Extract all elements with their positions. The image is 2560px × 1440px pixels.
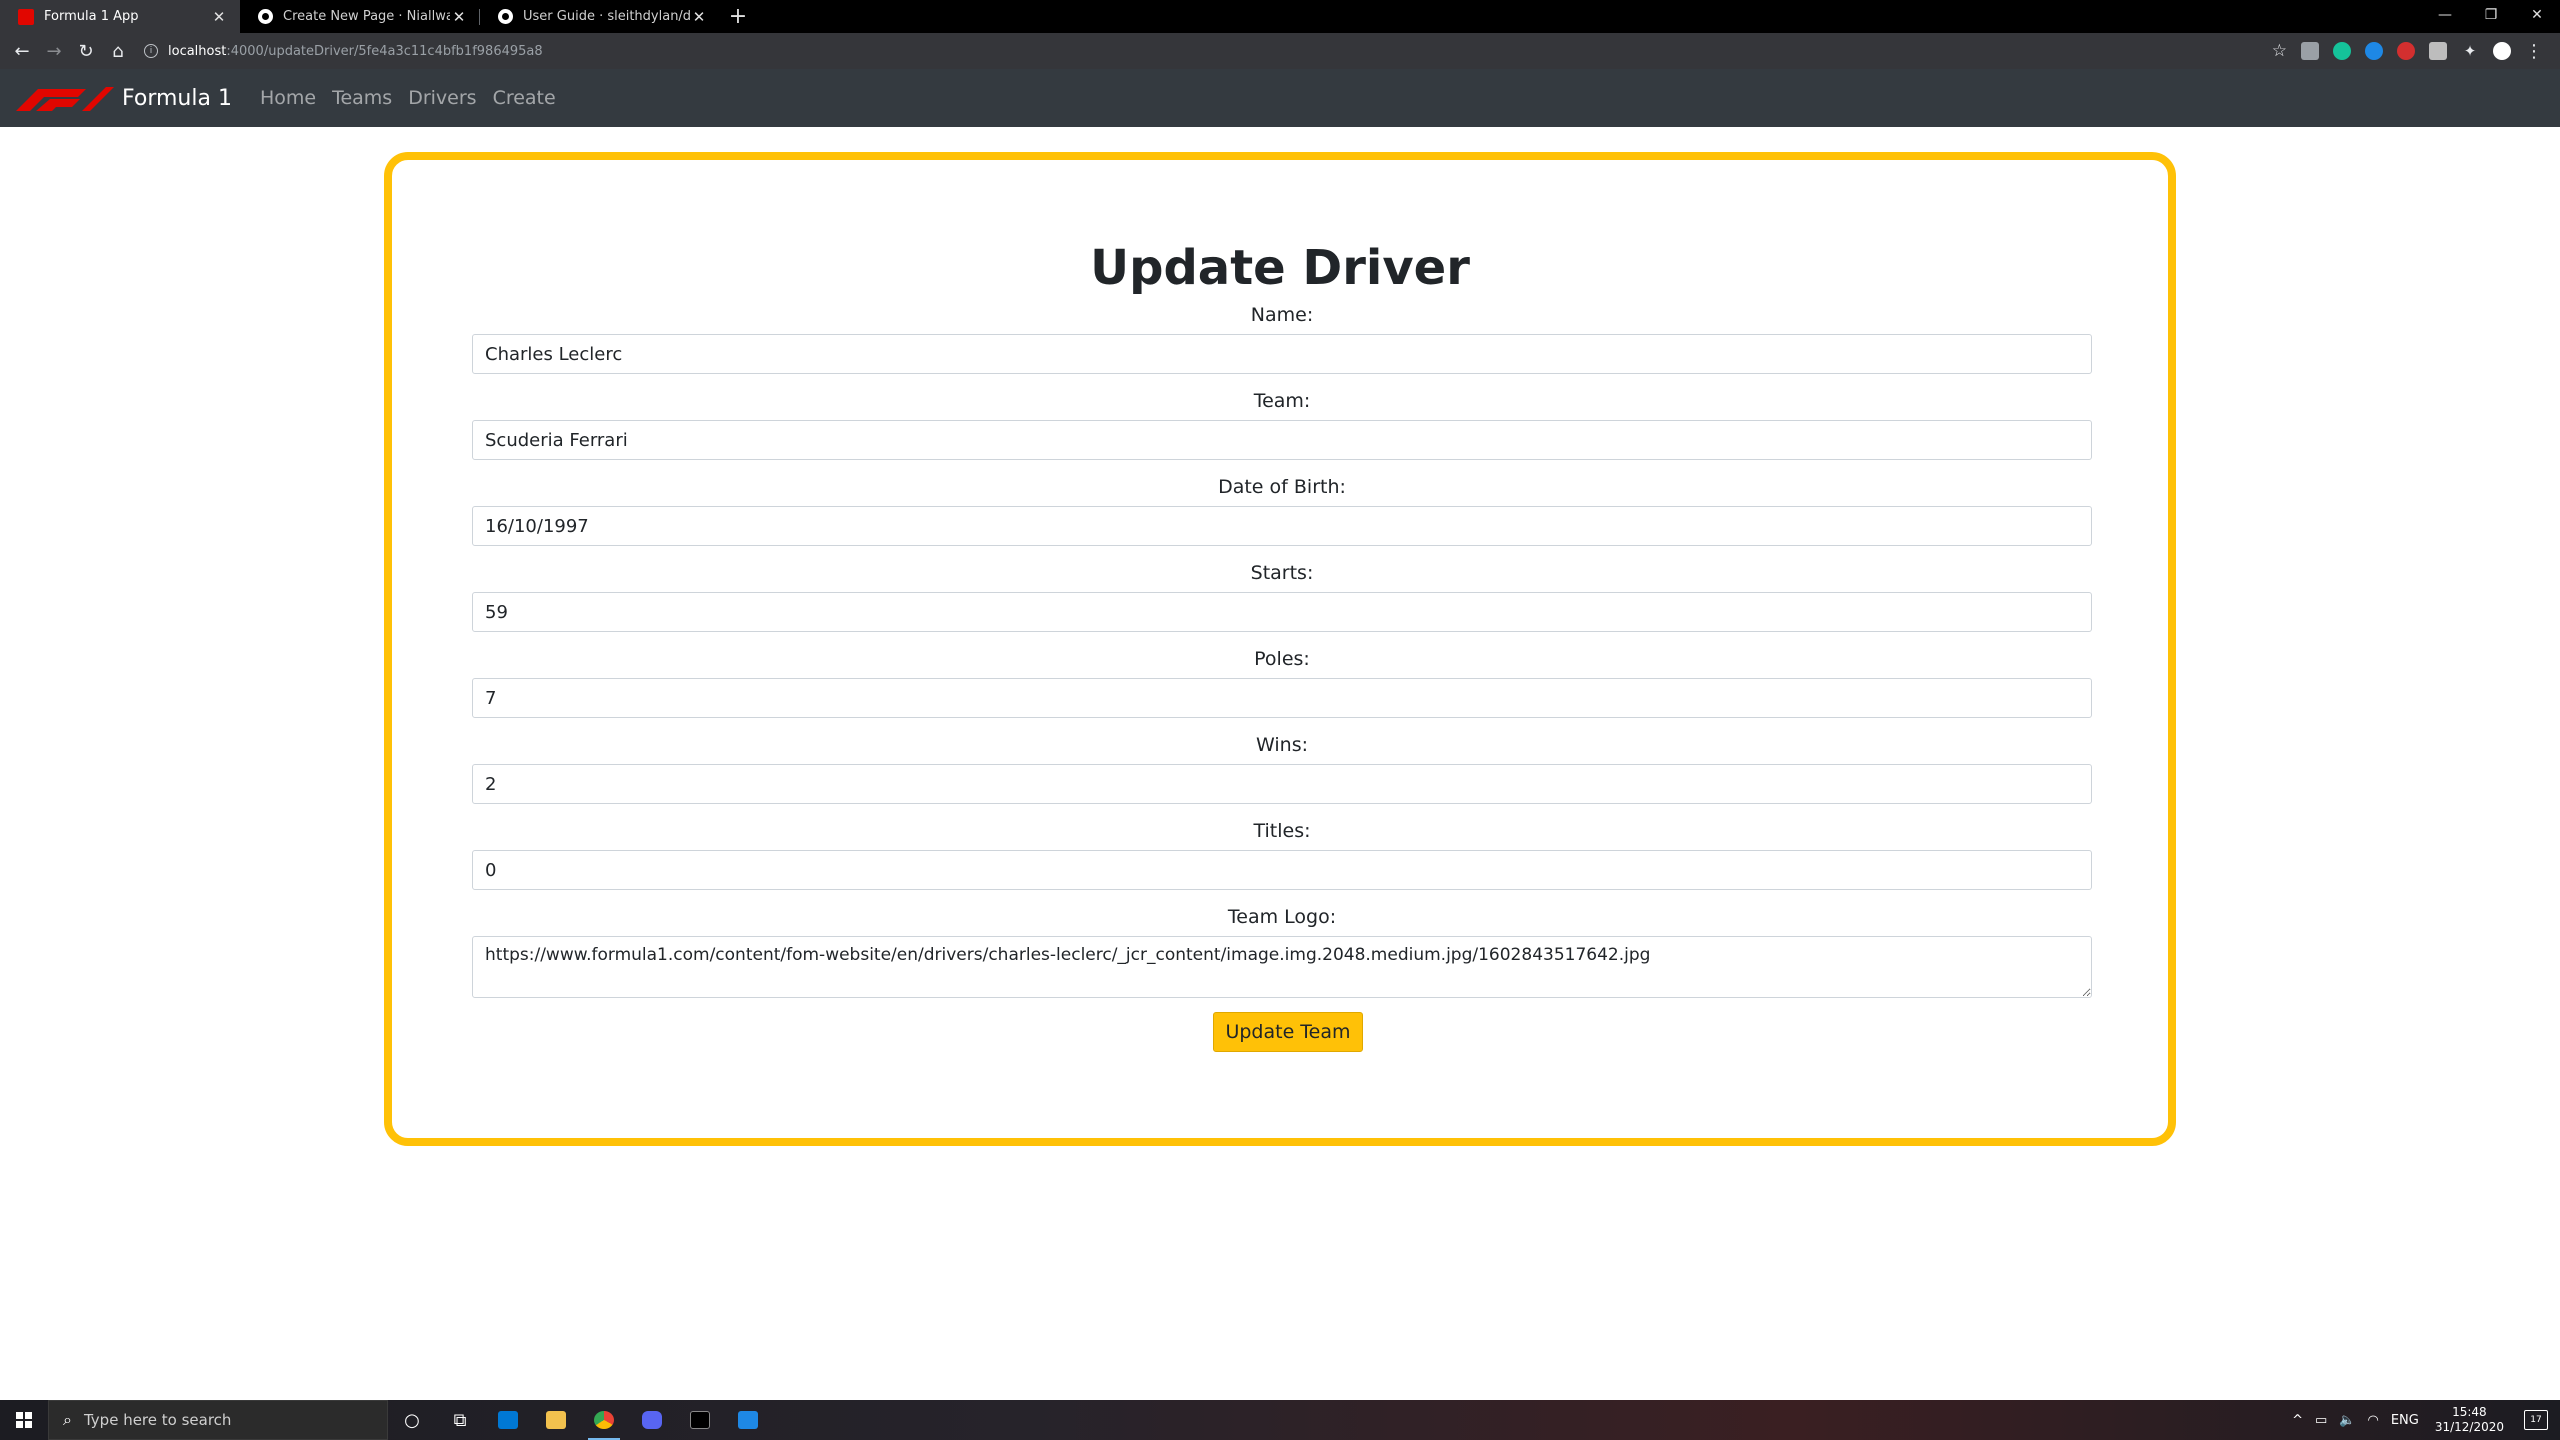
wins-label: Wins: <box>1256 734 1308 756</box>
forward-icon[interactable]: → <box>38 35 70 67</box>
terminal-icon[interactable] <box>676 1400 724 1440</box>
network-icon[interactable]: ◠ <box>2367 1413 2378 1428</box>
team-logo-field-group: Team Logo: https://www.formula1.com/cont… <box>472 904 2092 998</box>
extension-icon[interactable] <box>2429 42 2447 60</box>
volume-icon[interactable]: 🔈 <box>2339 1413 2355 1428</box>
browser-menu-icon[interactable]: ⋮ <box>2525 41 2543 62</box>
starts-input[interactable] <box>472 592 2092 632</box>
wins-field-group: Wins: <box>472 732 2092 804</box>
extension-icon[interactable] <box>2365 42 2383 60</box>
reload-icon[interactable]: ↻ <box>70 35 102 67</box>
clock-time: 15:48 <box>2452 1405 2487 1419</box>
f1-logo[interactable]: Formula 1 <box>16 85 252 111</box>
system-tray: ^ ▭ 🔈 ◠ ENG 15:48 31/12/2020 17 <box>2286 1400 2560 1440</box>
browser-tab-strip: Formula 1 App ✕ Create New Page · Niallw… <box>0 0 2560 33</box>
windows-logo-icon <box>16 1412 32 1428</box>
mail-icon[interactable] <box>484 1400 532 1440</box>
dob-label: Date of Birth: <box>1218 476 1346 498</box>
tab-title: Create New Page · Niallwalker/D <box>283 9 450 24</box>
window-controls: — ❐ ✕ <box>2422 0 2560 33</box>
team-logo-label: Team Logo: <box>1227 906 1337 928</box>
dob-field-group: Date of Birth: <box>472 474 2092 546</box>
close-tab-icon[interactable]: ✕ <box>450 8 468 26</box>
taskbar-search-placeholder: Type here to search <box>83 1411 232 1429</box>
url-path: :4000/updateDriver/5fe4a3c11c4bfb1f98649… <box>226 43 543 59</box>
windows-taskbar: ⌕ Type here to search ○ ⧉ ^ ▭ 🔈 ◠ ENG 15… <box>0 1400 2560 1440</box>
nav-link-drivers[interactable]: Drivers <box>406 87 478 109</box>
poles-field-group: Poles: <box>472 646 2092 718</box>
github-icon <box>258 9 273 24</box>
browser-toolbar: ← → ↻ ⌂ i localhost :4000/updateDriver/5… <box>0 33 2560 69</box>
close-tab-icon[interactable]: ✕ <box>690 8 708 26</box>
extension-icon[interactable] <box>2397 42 2415 60</box>
tab-create-new-page[interactable]: Create New Page · Niallwalker/D ✕ <box>240 0 480 33</box>
taskbar-search[interactable]: ⌕ Type here to search <box>48 1400 388 1440</box>
page-title: Update Driver <box>1090 240 1470 296</box>
tab-title: Formula 1 App <box>44 9 139 24</box>
team-logo-textarea[interactable]: https://www.formula1.com/content/fom-web… <box>472 936 2092 998</box>
clock-date: 31/12/2020 <box>2434 1420 2504 1434</box>
nav-link-teams[interactable]: Teams <box>330 87 394 109</box>
search-icon: ⌕ <box>63 1410 72 1429</box>
chrome-icon[interactable] <box>580 1400 628 1440</box>
home-icon[interactable]: ⌂ <box>102 35 134 67</box>
update-driver-card: Update Driver Name: Team: Date of Birth:… <box>384 152 2176 1146</box>
titles-input[interactable] <box>472 850 2092 890</box>
team-label: Team: <box>1253 390 1311 412</box>
notifications-icon[interactable]: 17 <box>2524 1410 2548 1430</box>
update-team-button[interactable]: Update Team <box>1213 1012 1363 1052</box>
clock[interactable]: 15:48 31/12/2020 <box>2435 1405 2504 1435</box>
site-navbar: Formula 1 Home Teams Drivers Create <box>0 69 2560 127</box>
close-window-icon[interactable]: ✕ <box>2514 0 2560 30</box>
close-tab-icon[interactable]: ✕ <box>210 8 228 26</box>
grammarly-icon[interactable] <box>2333 42 2351 60</box>
language-indicator[interactable]: ENG <box>2391 1413 2419 1428</box>
wins-input[interactable] <box>472 764 2092 804</box>
nav-link-create[interactable]: Create <box>491 87 558 109</box>
task-view-icon[interactable]: ⧉ <box>436 1400 484 1440</box>
dob-input[interactable] <box>472 506 2092 546</box>
team-field-group: Team: <box>472 388 2092 460</box>
show-hidden-icons-icon[interactable]: ^ <box>2292 1413 2303 1428</box>
brand-title: Formula 1 <box>122 85 232 111</box>
extension-icon[interactable] <box>2301 42 2319 60</box>
name-label: Name: <box>1250 304 1314 326</box>
starts-label: Starts: <box>1250 562 1314 584</box>
discord-icon[interactable] <box>628 1400 676 1440</box>
minimize-icon[interactable]: — <box>2422 0 2468 30</box>
titles-label: Titles: <box>1253 820 1311 842</box>
tab-user-guide[interactable]: User Guide · sleithdylan/data-re ✕ <box>480 0 720 33</box>
battery-icon[interactable]: ▭ <box>2315 1413 2327 1428</box>
vscode-icon[interactable] <box>724 1400 772 1440</box>
bookmark-star-icon[interactable]: ☆ <box>2272 41 2287 61</box>
file-explorer-icon[interactable] <box>532 1400 580 1440</box>
poles-label: Poles: <box>1254 648 1310 670</box>
restore-icon[interactable]: ❐ <box>2468 0 2514 30</box>
url-host: localhost <box>168 43 227 59</box>
site-info-icon[interactable]: i <box>144 44 158 58</box>
name-field-group: Name: <box>472 302 2092 374</box>
starts-field-group: Starts: <box>472 560 2092 632</box>
poles-input[interactable] <box>472 678 2092 718</box>
github-icon <box>498 9 513 24</box>
name-input[interactable] <box>472 334 2092 374</box>
team-input[interactable] <box>472 420 2092 460</box>
cortana-icon[interactable]: ○ <box>388 1400 436 1440</box>
nav-link-home[interactable]: Home <box>258 87 318 109</box>
new-tab-button[interactable]: + <box>720 0 756 33</box>
tab-title: User Guide · sleithdylan/data-re <box>523 9 690 24</box>
address-bar[interactable]: i localhost :4000/updateDriver/5fe4a3c11… <box>144 38 2251 64</box>
back-icon[interactable]: ← <box>6 35 38 67</box>
notification-count: 17 <box>2530 1415 2542 1425</box>
titles-field-group: Titles: <box>472 818 2092 890</box>
tab-formula1-app[interactable]: Formula 1 App ✕ <box>0 0 240 33</box>
extensions-area: ☆ ✦ ⋮ <box>2265 41 2560 62</box>
puzzle-extensions-icon[interactable]: ✦ <box>2461 42 2479 60</box>
f1-logo-icon <box>16 87 114 111</box>
f1-favicon-icon <box>18 8 34 25</box>
start-button[interactable] <box>0 1400 48 1440</box>
profile-avatar[interactable] <box>2493 42 2511 60</box>
